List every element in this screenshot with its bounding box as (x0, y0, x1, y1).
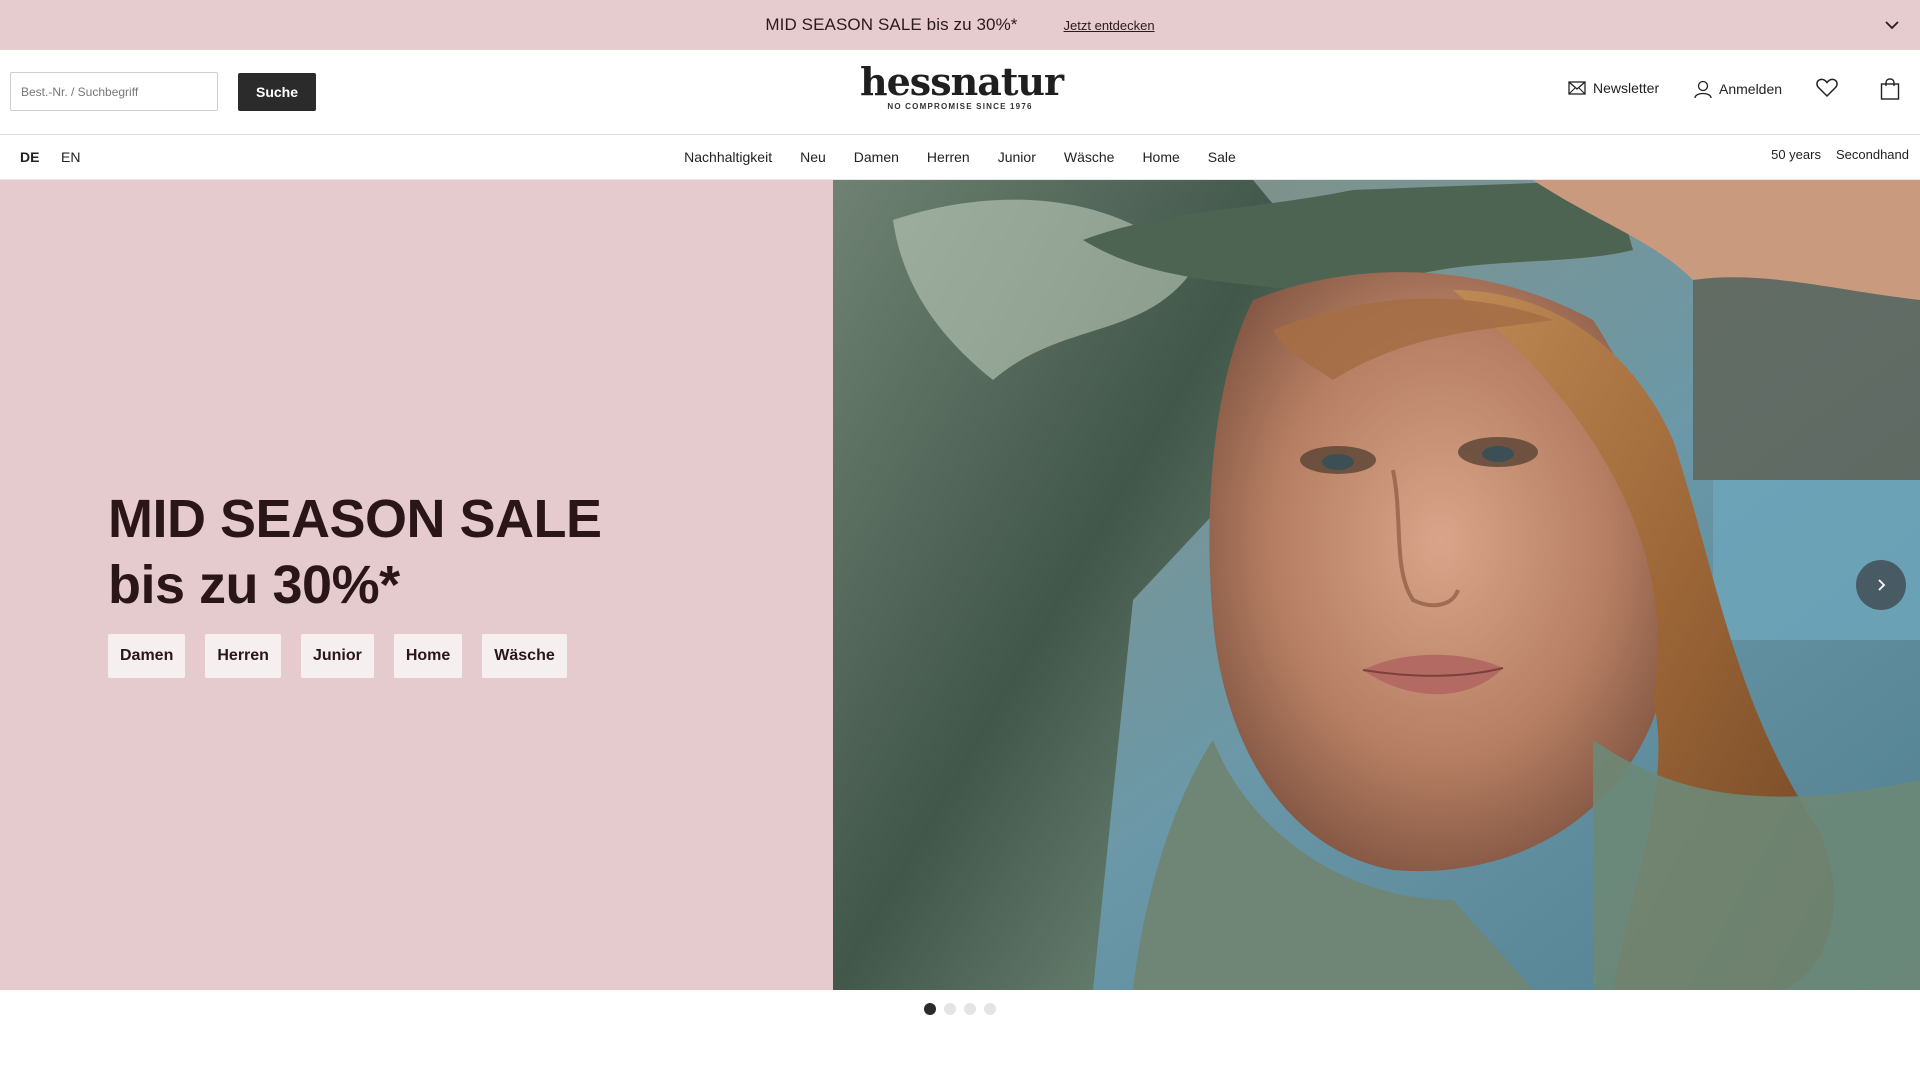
carousel-dot-3[interactable] (964, 1003, 976, 1015)
promo-bar: MID SEASON SALE bis zu 30%* Jetzt entdec… (0, 0, 1920, 50)
nav-item-sale[interactable]: Sale (1208, 149, 1236, 165)
hero-button-junior[interactable]: Junior (300, 634, 374, 678)
hero-photo (833, 180, 1920, 990)
category-nav: Nachhaltigkeit Neu Damen Herren Junior W… (0, 149, 1920, 165)
nav-item-herren[interactable]: Herren (927, 149, 970, 165)
hero-button-herren[interactable]: Herren (205, 634, 281, 678)
nav-item-neu[interactable]: Neu (800, 149, 826, 165)
promo-discover-link[interactable]: Jetzt entdecken (1064, 18, 1155, 33)
login-link[interactable]: Anmelden (1694, 80, 1782, 98)
hero-text-panel: MID SEASON SALE bis zu 30%* Damen Herren… (0, 180, 833, 990)
nav-item-secondhand[interactable]: Secondhand (1836, 147, 1909, 162)
nav-item-damen[interactable]: Damen (854, 149, 899, 165)
hero-title: MID SEASON SALE bis zu 30%* (108, 486, 602, 618)
newsletter-link[interactable]: Newsletter (1568, 80, 1659, 96)
user-icon (1694, 80, 1712, 98)
main-navigation: DE EN Nachhaltigkeit Neu Damen Herren Ju… (0, 135, 1920, 180)
chevron-down-icon[interactable] (1884, 17, 1900, 33)
shopping-bag-icon[interactable] (1880, 78, 1900, 100)
heart-icon[interactable] (1816, 78, 1838, 98)
logo-wordmark: hessnatur (860, 59, 1064, 104)
nav-item-home[interactable]: Home (1142, 149, 1179, 165)
carousel-dot-4[interactable] (984, 1003, 996, 1015)
carousel-indicators (924, 1003, 996, 1015)
nav-item-nachhaltigkeit[interactable]: Nachhaltigkeit (684, 149, 772, 165)
hero-category-buttons: Damen Herren Junior Home Wäsche (108, 634, 567, 678)
carousel-dot-1[interactable] (924, 1003, 936, 1015)
newsletter-label: Newsletter (1593, 80, 1660, 96)
site-header: Suche hessnatur NO COMPROMISE SINCE 1976… (0, 50, 1920, 135)
carousel-next-button[interactable] (1856, 560, 1906, 610)
search-button[interactable]: Suche (238, 73, 316, 111)
login-label: Anmelden (1719, 81, 1783, 97)
chevron-right-icon (1878, 579, 1886, 591)
hero-carousel: MID SEASON SALE bis zu 30%* Damen Herren… (0, 180, 1920, 990)
search-input[interactable] (10, 72, 218, 111)
carousel-dot-2[interactable] (944, 1003, 956, 1015)
mail-icon (1568, 81, 1586, 95)
hero-image[interactable] (833, 180, 1920, 990)
hero-button-waesche[interactable]: Wäsche (482, 634, 567, 678)
hero-button-damen[interactable]: Damen (108, 634, 186, 678)
secondary-nav: 50 years Secondhand (1771, 147, 1909, 162)
promo-text: MID SEASON SALE bis zu 30%* (765, 15, 1018, 34)
logo-tagline: NO COMPROMISE SINCE 1976 (887, 102, 1033, 111)
hero-button-home[interactable]: Home (393, 634, 463, 678)
nav-item-50-years[interactable]: 50 years (1771, 147, 1821, 162)
hero-title-line-2: bis zu 30%* (108, 555, 400, 615)
nav-item-junior[interactable]: Junior (998, 149, 1036, 165)
hero-title-line-1: MID SEASON SALE (108, 489, 602, 549)
logo[interactable]: hessnatur NO COMPROMISE SINCE 1976 (860, 59, 1064, 112)
nav-item-waesche[interactable]: Wäsche (1064, 149, 1115, 165)
